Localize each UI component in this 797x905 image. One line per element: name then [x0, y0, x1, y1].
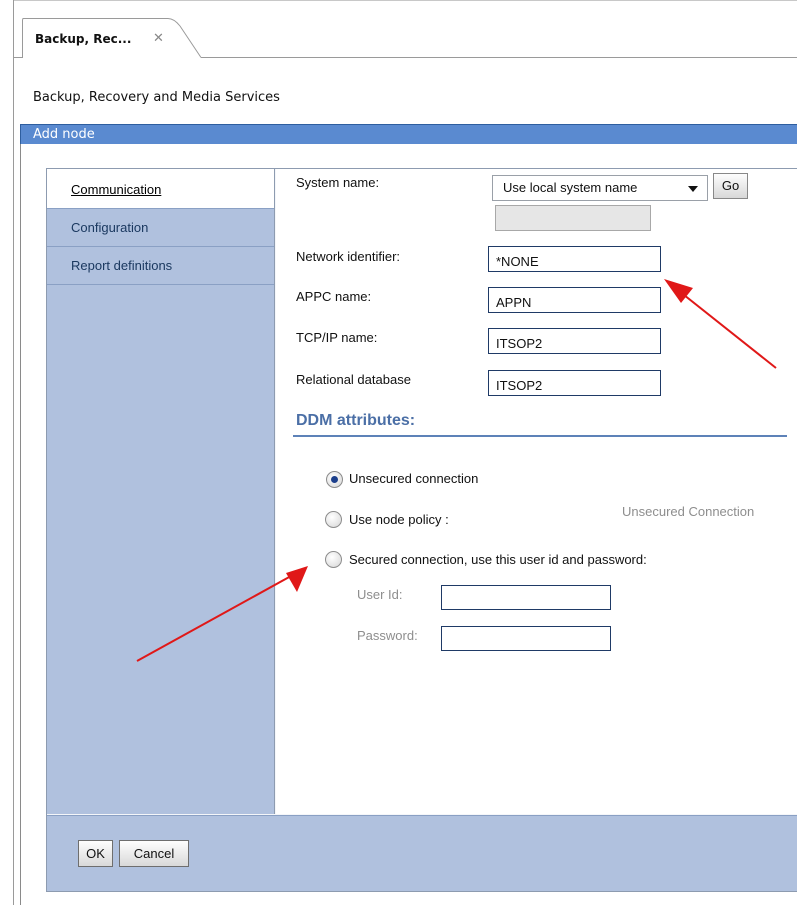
- ok-button[interactable]: OK: [78, 840, 113, 867]
- dialog-footer: OK Cancel: [47, 815, 797, 891]
- tab-backup-recovery[interactable]: Backup, Rec... ✕: [22, 18, 202, 58]
- dialog-title: Add node: [33, 127, 95, 142]
- tcpip-name-input[interactable]: ITSOP2: [488, 328, 661, 354]
- tab-baseline: [201, 57, 797, 58]
- system-name-label: System name:: [296, 175, 380, 190]
- use-node-policy-radio[interactable]: [325, 511, 342, 528]
- system-name-select-value: Use local system name: [503, 180, 638, 195]
- tab-label: Backup, Rec...: [35, 32, 132, 46]
- sidebar-item-communication[interactable]: Communication: [47, 169, 274, 209]
- password-label: Password:: [357, 628, 418, 643]
- secured-connection-radio[interactable]: [325, 551, 342, 568]
- use-node-policy-label: Use node policy :: [349, 512, 449, 527]
- tcpip-name-label: TCP/IP name:: [296, 330, 378, 345]
- sidebar: Communication Configuration Report defin…: [47, 169, 275, 814]
- dialog-left-border: [20, 144, 21, 905]
- password-input[interactable]: [441, 626, 611, 651]
- network-identifier-label: Network identifier:: [296, 249, 401, 264]
- unsecured-connection-radio[interactable]: [326, 471, 343, 488]
- close-icon[interactable]: ✕: [153, 30, 164, 46]
- node-policy-value: Unsecured Connection: [622, 504, 755, 519]
- ddm-attributes-header: DDM attributes:: [296, 412, 416, 429]
- cancel-button[interactable]: Cancel: [119, 840, 189, 867]
- sidebar-item-configuration[interactable]: Configuration: [47, 209, 274, 247]
- relational-database-label: Relational database: [296, 372, 411, 387]
- user-id-input[interactable]: [441, 585, 611, 610]
- sidebar-item-report-definitions[interactable]: Report definitions: [47, 247, 274, 285]
- unsecured-connection-label: Unsecured connection: [349, 471, 479, 486]
- go-button[interactable]: Go: [713, 173, 748, 199]
- secured-connection-label: Secured connection, use this user id and…: [349, 552, 647, 567]
- page-title: Backup, Recovery and Media Services: [33, 90, 280, 105]
- user-id-label: User Id:: [357, 587, 403, 602]
- network-identifier-input[interactable]: *NONE: [488, 246, 661, 272]
- system-name-select[interactable]: Use local system name: [492, 175, 708, 201]
- dialog-title-bar: Add node: [20, 124, 797, 144]
- chevron-down-icon: [688, 186, 698, 192]
- relational-database-input[interactable]: ITSOP2: [488, 370, 661, 396]
- section-divider: [293, 435, 787, 437]
- frame-top-rule: [13, 0, 797, 1]
- tab-baseline: [13, 57, 23, 58]
- bottom-rule: [47, 891, 797, 892]
- appc-name-label: APPC name:: [296, 289, 372, 304]
- system-name-field: [495, 205, 651, 231]
- frame-left-rule: [13, 0, 14, 905]
- appc-name-input[interactable]: APPN: [488, 287, 661, 313]
